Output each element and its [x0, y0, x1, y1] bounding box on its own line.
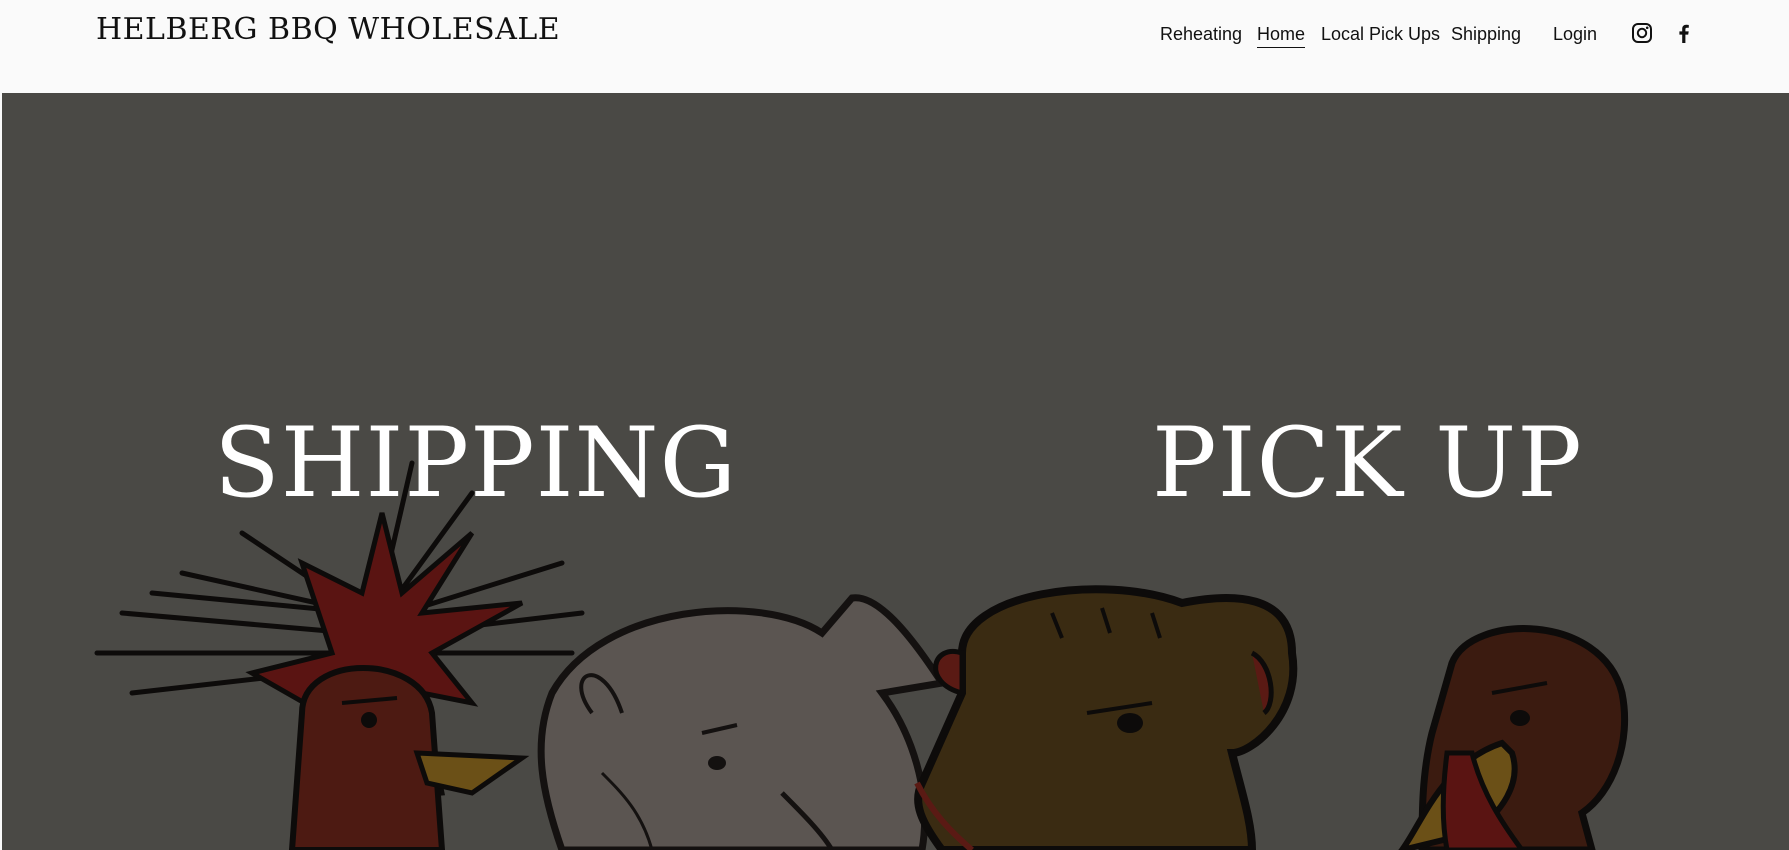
nav-link-shipping[interactable]: Shipping — [1451, 22, 1521, 46]
nav-link-home[interactable]: Home — [1257, 22, 1306, 48]
turkey-illustration — [1398, 625, 1629, 850]
hero-banner: SHIPPING PICK UP — [2, 93, 1789, 850]
login-link[interactable]: Login — [1553, 22, 1597, 46]
facebook-icon[interactable] — [1673, 22, 1695, 44]
nav-link-reheating[interactable]: Reheating — [1160, 22, 1242, 46]
instagram-icon[interactable] — [1631, 22, 1653, 44]
shipping-heading-link[interactable]: SHIPPING — [214, 415, 737, 511]
nav-link-local-pick-ups[interactable]: Local Pick Ups — [1321, 22, 1440, 46]
cow-illustration — [914, 585, 1298, 850]
site-header: HELBERG BBQ WHOLESALE Reheating Home Loc… — [0, 0, 1789, 93]
rooster-illustration — [94, 460, 585, 850]
pig-illustration — [537, 594, 948, 850]
pick-up-heading-link[interactable]: PICK UP — [1152, 415, 1583, 511]
site-title-link[interactable]: HELBERG BBQ WHOLESALE — [96, 12, 560, 47]
